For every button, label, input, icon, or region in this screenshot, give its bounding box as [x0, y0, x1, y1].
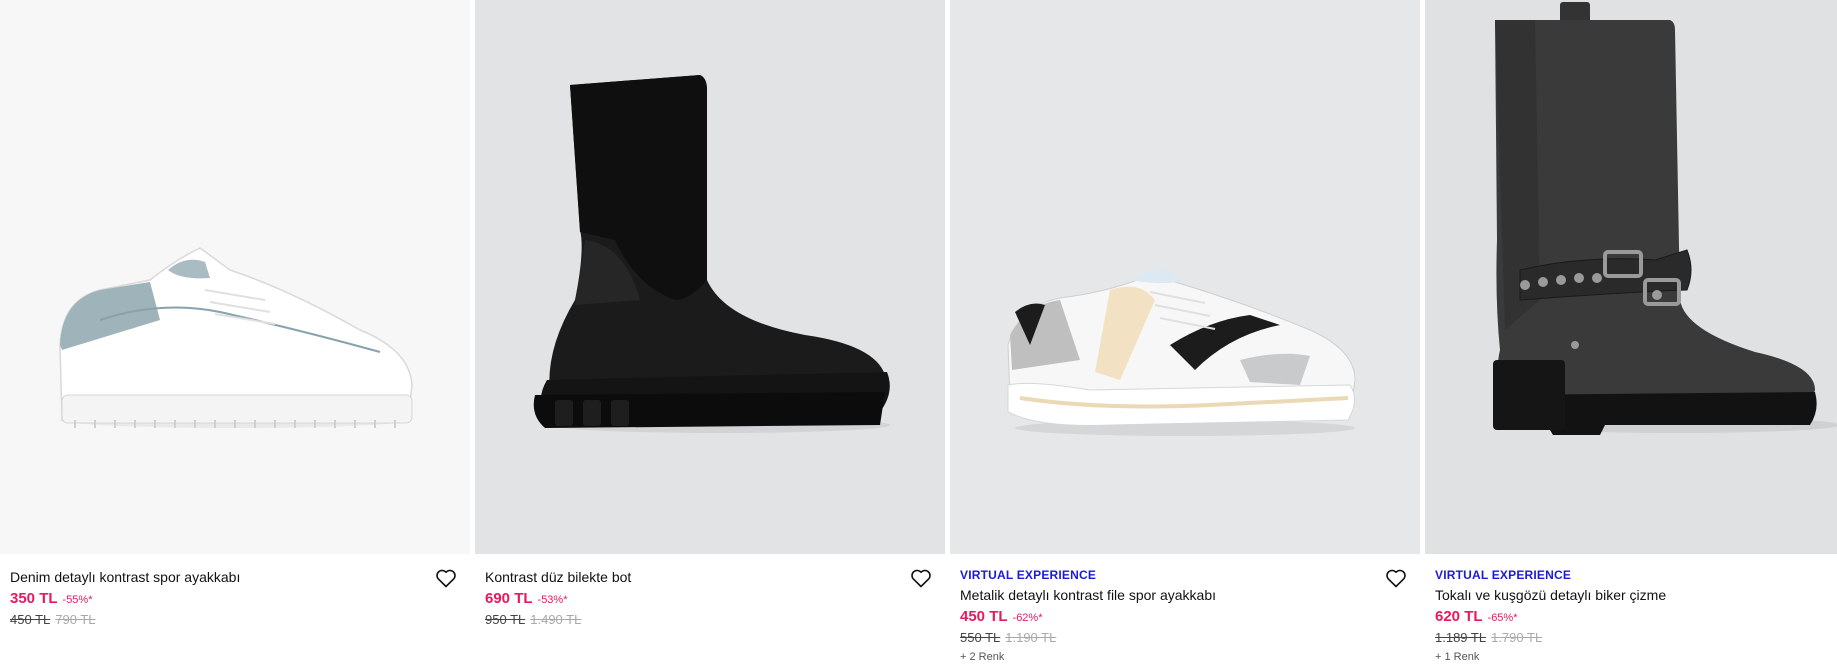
product-card[interactable]: VIRTUAL EXPERIENCE Tokalı ve kuşgözü det…	[1425, 0, 1837, 670]
product-image[interactable]	[0, 0, 470, 554]
current-price: 450 TL	[960, 608, 1008, 625]
previous-price: 1.189 TL	[1435, 630, 1487, 645]
discount-badge: -55%*	[62, 594, 93, 606]
old-prices: 950 TL 1.490 TL	[485, 610, 935, 630]
discount-badge: -65%*	[1487, 612, 1518, 624]
current-price: 350 TL	[10, 590, 58, 607]
metallic-sneaker-image	[1007, 269, 1356, 436]
discount-badge: -62%*	[1012, 612, 1043, 624]
product-card[interactable]: Kontrast düz bilekte bot 690 TL -53%* 95…	[475, 0, 945, 670]
product-name[interactable]: Metalik detaylı kontrast file spor ayakk…	[960, 586, 1410, 604]
current-price: 690 TL	[485, 590, 533, 607]
product-card[interactable]: Denim detaylı kontrast spor ayakkabı 350…	[0, 0, 470, 670]
discount-badge: -53%*	[537, 594, 568, 606]
color-count[interactable]: + 1 Renk	[1435, 651, 1827, 663]
virtual-experience-tag: VIRTUAL EXPERIENCE	[1435, 568, 1572, 582]
product-grid: Denim detaylı kontrast spor ayakkabı 350…	[0, 0, 1837, 670]
black-ankle-boot-image	[533, 75, 890, 433]
current-price: 620 TL	[1435, 608, 1483, 625]
product-name[interactable]: Denim detaylı kontrast spor ayakkabı	[10, 568, 460, 586]
biker-boot-image	[1493, 2, 1837, 435]
color-count[interactable]: + 2 Renk	[960, 651, 1410, 663]
product-name[interactable]: Kontrast düz bilekte bot	[485, 568, 935, 586]
product-card[interactable]: VIRTUAL EXPERIENCE Metalik detaylı kontr…	[950, 0, 1420, 670]
previous-price: 550 TL	[960, 630, 1001, 645]
original-price: 1.190 TL	[1005, 630, 1057, 645]
heart-outline-icon[interactable]	[909, 566, 933, 590]
old-prices: 1.189 TL 1.790 TL	[1435, 628, 1827, 648]
heart-outline-icon[interactable]	[434, 566, 458, 590]
product-name[interactable]: Tokalı ve kuşgözü detaylı biker çizme	[1435, 586, 1827, 604]
original-price: 1.490 TL	[530, 612, 582, 627]
price-row: 690 TL -53%*	[485, 589, 935, 610]
product-image[interactable]	[950, 0, 1420, 554]
price-row: 620 TL -65%*	[1435, 607, 1827, 628]
product-info: VIRTUAL EXPERIENCE Metalik detaylı kontr…	[950, 554, 1420, 670]
original-price: 1.790 TL	[1491, 630, 1543, 645]
product-info: Kontrast düz bilekte bot 690 TL -53%* 95…	[475, 554, 945, 670]
white-sneaker-image	[59, 247, 413, 428]
old-prices: 550 TL 1.190 TL	[960, 628, 1410, 648]
price-row: 450 TL -62%*	[960, 607, 1410, 628]
old-prices: 450 TL 790 TL	[10, 610, 460, 630]
heart-outline-icon[interactable]	[1384, 566, 1408, 590]
product-info: Denim detaylı kontrast spor ayakkabı 350…	[0, 554, 470, 670]
previous-price: 950 TL	[485, 612, 526, 627]
product-image[interactable]	[1425, 0, 1837, 554]
virtual-experience-tag: VIRTUAL EXPERIENCE	[960, 568, 1097, 582]
previous-price: 450 TL	[10, 612, 51, 627]
original-price: 790 TL	[55, 612, 96, 627]
product-image[interactable]	[475, 0, 945, 554]
product-info: VIRTUAL EXPERIENCE Tokalı ve kuşgözü det…	[1425, 554, 1837, 670]
price-row: 350 TL -55%*	[10, 589, 460, 610]
